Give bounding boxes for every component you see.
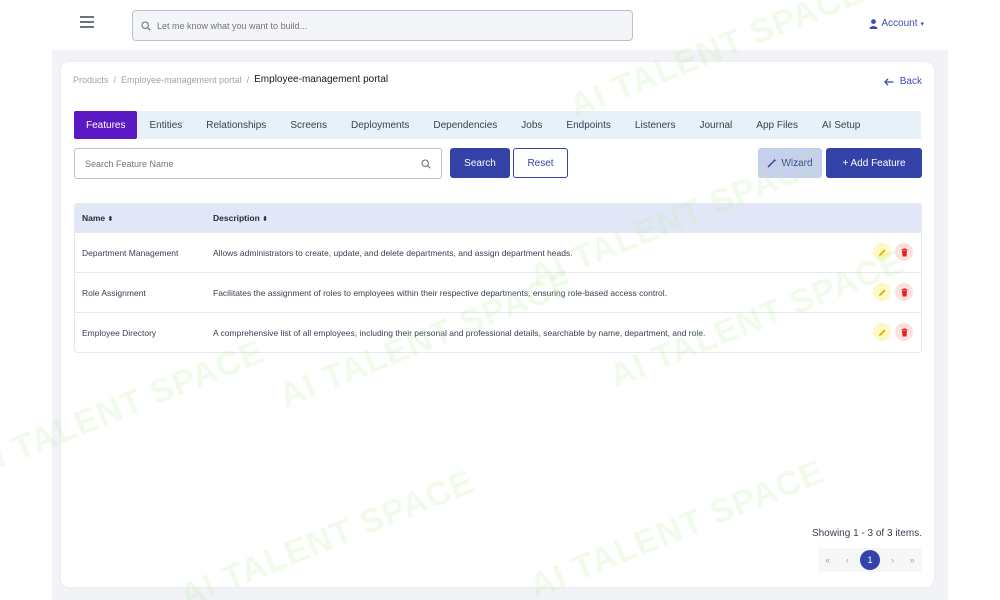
tab-bar: Features Entities Relationships Screens … [74,111,921,139]
table-row: Department Management Allows administrat… [75,232,921,272]
user-icon [869,18,878,29]
tab-listeners[interactable]: Listeners [623,111,688,139]
column-name-label: Name [82,213,106,223]
delete-button[interactable] [895,323,913,341]
edit-button[interactable] [873,243,891,261]
sort-icon[interactable]: ⬍ [262,216,268,223]
feature-name: Department Management [82,247,179,258]
next-page-button[interactable]: › [886,555,900,565]
main-card: Products / Employee-management portal / … [61,62,934,587]
app-shell: Account ▾ Products / Employee-management… [52,0,948,600]
table-header: Name ⬍ Description ⬍ [75,204,921,232]
pencil-icon [878,248,886,256]
delete-button[interactable] [895,283,913,301]
breadcrumb-separator: / [113,74,117,85]
wizard-button[interactable]: Wizard [758,148,822,178]
tab-features[interactable]: Features [74,111,138,139]
breadcrumb: Products / Employee-management portal / … [73,74,388,85]
search-button[interactable]: Search [450,148,510,178]
trash-icon [901,247,907,256]
edit-button[interactable] [873,283,891,301]
hamburger-icon[interactable] [80,16,94,30]
trash-icon [901,327,907,336]
feature-name: Role Assignment [82,287,146,298]
first-page-button[interactable]: « [821,555,835,565]
build-prompt-box[interactable] [132,10,633,41]
feature-description: Allows administrators to create, update,… [213,247,573,258]
prev-page-button[interactable]: ‹ [840,555,854,565]
feature-description: Facilitates the assignment of roles to e… [213,287,668,298]
breadcrumb-products[interactable]: Products [73,75,109,85]
tab-entities[interactable]: Entities [137,111,194,139]
add-feature-button[interactable]: + Add Feature [826,148,922,178]
tab-app-files[interactable]: App Files [744,111,810,139]
back-label: Back [899,76,922,87]
tab-screens[interactable]: Screens [278,111,339,139]
back-button[interactable]: Back [883,76,922,87]
tab-journal[interactable]: Journal [687,111,744,139]
table-row: Role Assignment Facilitates the assignme… [75,272,921,312]
breadcrumb-separator: / [246,74,250,85]
column-name-header[interactable]: Name ⬍ [75,213,213,223]
tab-dependencies[interactable]: Dependencies [421,111,509,139]
row-actions [873,323,913,341]
account-menu[interactable]: Account ▾ [869,18,924,29]
sort-icon[interactable]: ⬍ [108,216,114,223]
page-button-current[interactable]: 1 [859,550,880,570]
caret-down-icon: ▾ [920,20,924,28]
table-row: Employee Directory A comprehensive list … [75,312,921,352]
search-icon [421,158,431,169]
top-bar: Account ▾ [52,0,948,50]
tab-deployments[interactable]: Deployments [339,111,421,139]
feature-search-field[interactable] [74,148,442,179]
feature-search-input[interactable] [85,158,405,169]
last-page-button[interactable]: » [905,555,919,565]
build-prompt-input[interactable] [157,20,617,31]
delete-button[interactable] [895,243,913,261]
tab-jobs[interactable]: Jobs [509,111,554,139]
features-table: Name ⬍ Description ⬍ Department Manageme… [74,203,922,353]
pencil-icon [878,288,886,296]
edit-button[interactable] [873,323,891,341]
feature-description: A comprehensive list of all employees, i… [213,327,706,338]
feature-name: Employee Directory [82,327,157,338]
column-description-header[interactable]: Description ⬍ [213,213,921,223]
pencil-icon [878,328,886,336]
column-description-label: Description [213,213,260,223]
trash-icon [901,287,907,296]
arrow-left-icon [883,77,894,86]
tab-relationships[interactable]: Relationships [194,111,278,139]
account-label: Account [881,18,918,29]
row-actions [873,243,913,261]
tab-ai-setup[interactable]: AI Setup [810,111,872,139]
breadcrumb-current: Employee-management portal [254,74,389,85]
tab-endpoints[interactable]: Endpoints [554,111,622,139]
wand-icon [767,158,777,168]
breadcrumb-project[interactable]: Employee-management portal [121,75,242,85]
pagination: « ‹ 1 › » [818,548,922,572]
row-actions [873,283,913,301]
pagination-summary: Showing 1 - 3 of 3 items. [811,528,922,539]
wizard-label: Wizard [781,157,813,169]
reset-button[interactable]: Reset [513,148,568,178]
search-icon [141,20,151,31]
